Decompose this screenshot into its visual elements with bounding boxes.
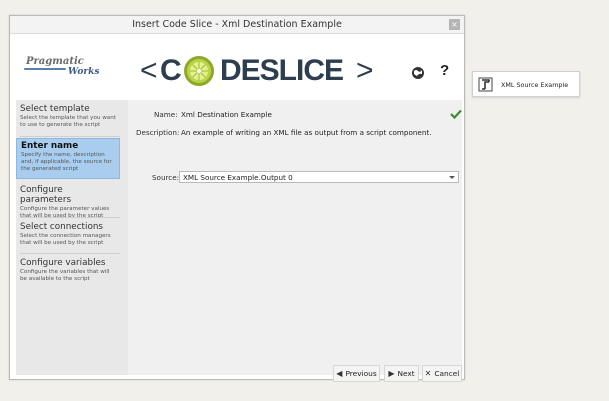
step-enter-name[interactable]: Enter name Specify the name, description…: [16, 138, 120, 179]
header-banner: Pragmatic Works < C DESLICE > ?: [16, 40, 462, 100]
xml-source-node[interactable]: XML Source Example: [472, 71, 580, 97]
name-label: Name:: [154, 110, 178, 119]
script-component-icon: [478, 77, 493, 92]
description-field[interactable]: An example of writing an XML file as out…: [181, 128, 456, 137]
step-divider: [20, 217, 120, 218]
arrow-left-icon: ◀: [336, 369, 343, 378]
step-title: Configure variables: [20, 258, 106, 268]
step-title: Select template: [20, 104, 90, 114]
arrow-right-icon: ▶: [388, 369, 395, 378]
close-icon: ✕: [424, 369, 432, 378]
check-icon: [450, 109, 462, 119]
description-label: Description:: [136, 128, 180, 137]
step-title: Enter name: [21, 141, 79, 151]
next-button[interactable]: ▶ Next: [384, 365, 419, 382]
chevron-down-icon: [449, 176, 455, 179]
source-dropdown[interactable]: XML Source Example.Output 0: [179, 171, 459, 183]
step-divider: [20, 253, 120, 254]
step-title: Configure parameters: [20, 185, 72, 205]
previous-label: Previous: [345, 369, 377, 378]
step-title: Select connections: [20, 222, 103, 232]
logo-left-bracket: <: [140, 54, 158, 87]
step-description: Specify the name, description and, if ap…: [21, 152, 112, 172]
logo-letter-c: C: [160, 54, 182, 87]
logo-text: DESLICE: [220, 54, 344, 87]
brand-line2: Works: [68, 67, 100, 77]
close-button[interactable]: ×: [449, 19, 460, 30]
source-value: XML Source Example.Output 0: [183, 173, 293, 182]
logo-swoosh: [24, 68, 66, 70]
codeslice-logo: < C DESLICE >: [140, 51, 374, 91]
source-label: Source:: [152, 173, 180, 182]
step-configure-variables[interactable]: Configure variables Configure the variab…: [16, 256, 120, 285]
cancel-button[interactable]: ✕ Cancel: [422, 365, 462, 382]
help-icon[interactable]: ?: [440, 62, 449, 79]
cancel-label: Cancel: [434, 369, 460, 378]
name-field[interactable]: Xml Destination Example: [181, 110, 272, 119]
title-bar: Insert Code Slice - Xml Destination Exam…: [10, 16, 464, 34]
step-description: Select the template that you want to use…: [20, 115, 116, 128]
step-divider: [20, 136, 120, 137]
next-label: Next: [397, 369, 415, 378]
logo-right-bracket: >: [356, 54, 374, 87]
wizard-steps-sidebar: Select template Select the template that…: [16, 100, 128, 375]
step-description: Select the connection managers that will…: [20, 233, 111, 246]
lime-icon: [184, 56, 214, 86]
step-select-template[interactable]: Select template Select the template that…: [16, 102, 120, 131]
globe-icon[interactable]: [411, 66, 425, 80]
insert-code-slice-dialog: Insert Code Slice - Xml Destination Exam…: [9, 15, 465, 382]
window-title: Insert Code Slice - Xml Destination Exam…: [132, 19, 342, 30]
brand-line1: Pragmatic: [26, 56, 84, 67]
enter-name-panel: Name: Xml Destination Example Descriptio…: [128, 100, 462, 382]
node-label: XML Source Example: [501, 81, 569, 89]
step-description: Configure the variables that will be ava…: [20, 269, 110, 282]
pragmatic-works-logo: Pragmatic Works: [22, 52, 102, 80]
previous-button[interactable]: ◀ Previous: [333, 365, 380, 382]
step-select-connections[interactable]: Select connections Select the connection…: [16, 220, 120, 249]
